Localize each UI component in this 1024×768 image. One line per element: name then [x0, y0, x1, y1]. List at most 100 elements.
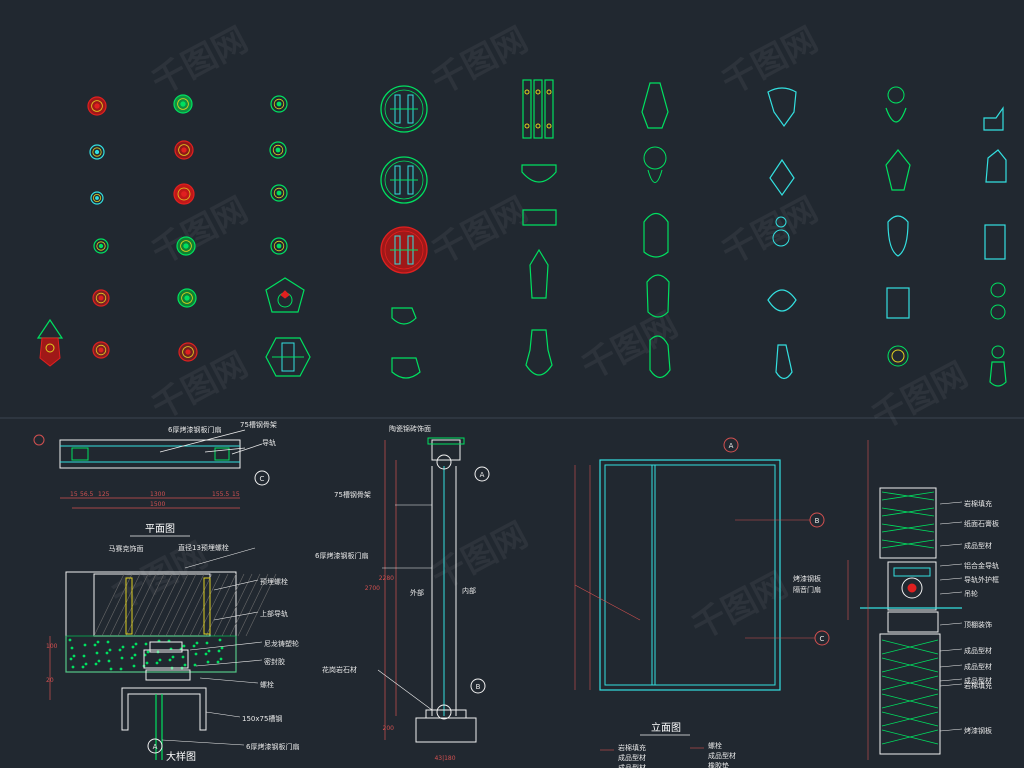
- lock-plate-icon: [885, 86, 911, 367]
- knob-center-icon: [184, 295, 190, 301]
- aggregate-dot: [120, 656, 124, 660]
- insulation-cross: [881, 523, 935, 533]
- detail-label: 直径13预埋螺栓: [178, 543, 229, 552]
- anchor-bolt: [203, 577, 211, 635]
- cad-drawing: 千图网 千图网 千图网千图网 千图网 千图网千图网 千图网千图网千图网 千图网千图网C6厚烤…: [0, 20, 1024, 768]
- channel-steel: [121, 687, 207, 731]
- hex-escutcheon-icon: [265, 337, 311, 377]
- door-knob-icon: [93, 238, 109, 254]
- plan-view: C6厚烤漆钢板门扇75槽钢骨架导轨15 56.5 125 1300 155.5 15150…: [33, 420, 277, 537]
- leader-line: [939, 521, 963, 525]
- knob-center-icon: [98, 347, 104, 353]
- detail-label: 密封胶: [264, 657, 285, 666]
- cad-circle: [887, 86, 905, 104]
- wall-detail-label: 烤漆钢板: [964, 726, 992, 735]
- plan-bolt-icon: [33, 434, 45, 446]
- knob-center-icon: [95, 196, 99, 200]
- aggregate-dot: [82, 654, 86, 658]
- detail-label: 6厚烤漆钢板门扇: [246, 742, 299, 751]
- dim-text: 1300: [150, 491, 165, 498]
- aggregate-dot: [134, 642, 138, 646]
- aggregate-dot: [130, 656, 134, 660]
- aggregate-dot: [219, 657, 223, 661]
- cad-circle: [524, 89, 530, 95]
- leader-line: [939, 543, 963, 547]
- leader-line: [939, 563, 963, 567]
- wall-detail-label: 成品型材: [964, 541, 992, 550]
- plan-title: 平面图: [145, 523, 175, 535]
- watermark-text: 千图网: [425, 190, 534, 273]
- aggregate-dot: [205, 641, 209, 645]
- aggregate-dot: [107, 659, 111, 663]
- elevation-mark: C: [820, 635, 825, 643]
- watermark-text: 千图网: [685, 565, 794, 648]
- aggregate-dot: [217, 649, 221, 653]
- elevation-note: 成品型材: [618, 763, 646, 768]
- aggregate-dot: [132, 664, 136, 668]
- door-knocker-icon: [173, 94, 193, 114]
- detail-label: 预埋螺栓: [260, 577, 288, 586]
- section-label: 内部: [462, 586, 476, 595]
- knob-center-icon: [94, 149, 100, 155]
- detail-label: 螺栓: [260, 680, 274, 689]
- cad-line: [161, 739, 245, 746]
- vase-pull-shape: [525, 329, 553, 376]
- insulation-cross: [881, 657, 939, 673]
- dim-text: 15: [70, 491, 78, 498]
- detail-label: 上部导轨: [260, 609, 288, 618]
- aggregate-dot: [131, 645, 135, 649]
- dim-text: 15: [232, 491, 240, 498]
- wall-detail-label: 成品型材: [964, 646, 992, 655]
- elevation-mark: B: [815, 517, 820, 525]
- aggregate-dot: [182, 644, 186, 648]
- cad-line: [377, 669, 433, 711]
- aggregate-dot: [105, 651, 109, 655]
- elevation-frame: [599, 459, 781, 691]
- knob-center-icon: [180, 101, 186, 107]
- leader-line: [939, 664, 963, 668]
- detail-label: 马赛克饰面: [109, 544, 144, 553]
- alu-rail: [893, 567, 931, 577]
- cad-circle: [535, 123, 541, 129]
- ring-pull-icon: [270, 184, 288, 202]
- drop-plate-shape: [984, 224, 1006, 260]
- plan-track: [71, 447, 89, 461]
- cad-circle: [546, 89, 552, 95]
- pull-heart-shape: [280, 290, 290, 299]
- door-knocker-icon: [177, 288, 197, 308]
- elevation-note: 成品型材: [708, 751, 736, 760]
- dim-text: 43|180: [434, 755, 455, 762]
- dim-text: 20: [46, 677, 54, 684]
- plan-label: 6厚烤漆钢板门扇: [168, 425, 221, 434]
- elevation-mark: A: [729, 442, 734, 450]
- long-plate-shape: [544, 79, 554, 139]
- top-frame: [431, 439, 461, 461]
- watermark-text: 千图网: [145, 190, 254, 273]
- floor-base: [415, 717, 477, 743]
- door-knocker-icon: [173, 183, 195, 205]
- aggregate-dot: [206, 660, 210, 664]
- elevation-note: 岩棉填充: [618, 743, 646, 752]
- aggregate-dot: [106, 640, 110, 644]
- cad-canvas: 千图网 千图网 千图网 千图网 千图网 千图网 千图网 千图网 千图网 千图网 千图网 千图网 C 6厚烤…: [0, 0, 1024, 768]
- hatch-line: [229, 573, 261, 637]
- door-knob-icon: [90, 191, 104, 205]
- aggregate-dot: [193, 663, 197, 667]
- insulation-cross: [881, 539, 935, 549]
- watermark-text: 千图网: [715, 190, 824, 273]
- dim-text: 200: [383, 725, 395, 732]
- watermark-text: 千图网: [425, 515, 534, 598]
- door-knocker-icon: [174, 140, 194, 160]
- aggregate-dot: [72, 654, 76, 658]
- cad-line: [199, 677, 259, 684]
- spear-pull-shape: [529, 248, 549, 299]
- aggregate-dot: [183, 663, 187, 667]
- concrete-zone: [65, 635, 237, 673]
- dim-text: 56.5: [80, 491, 94, 498]
- dim-text: 2280: [379, 575, 394, 582]
- section-view: A B 2700 2280 200 陶瓷锦砖饰面 75槽钢骨架 6厚烤漆钢板门扇外部 内部花岗岩…: [315, 424, 490, 762]
- section-label: 陶瓷锦砖饰面: [389, 424, 431, 433]
- door-knocker-icon: [176, 236, 196, 256]
- leader-line: [939, 683, 963, 687]
- aggregate-dot: [195, 641, 199, 645]
